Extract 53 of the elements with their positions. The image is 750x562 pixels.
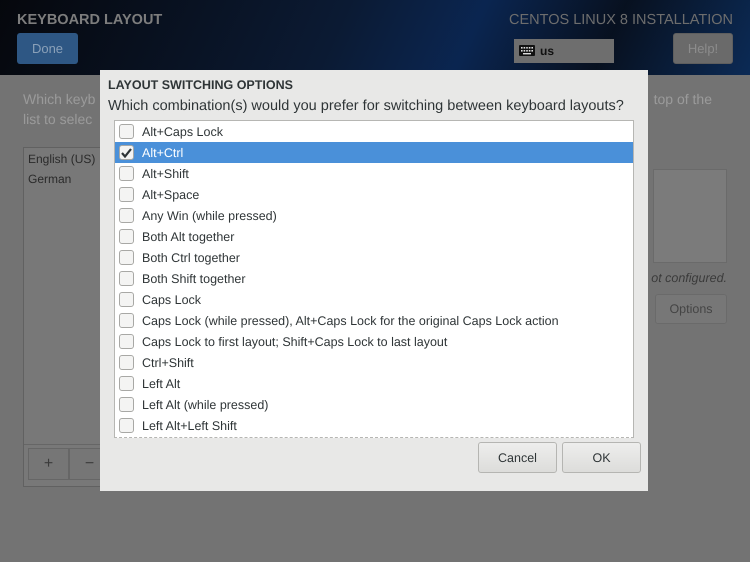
option-label: Both Alt together bbox=[142, 230, 234, 244]
checkbox[interactable] bbox=[119, 334, 134, 349]
checkbox[interactable] bbox=[119, 124, 134, 139]
option-row[interactable]: Any Win (while pressed) bbox=[115, 205, 633, 226]
option-label: Alt+Space bbox=[142, 188, 200, 202]
checkbox[interactable] bbox=[119, 397, 134, 412]
cancel-button[interactable]: Cancel bbox=[478, 442, 557, 473]
option-label: Left Alt+Left Shift bbox=[142, 418, 237, 432]
option-row[interactable]: Alt+Space bbox=[115, 184, 633, 205]
dialog-question: Which combination(s) would you prefer for switching between keyboard layouts? bbox=[108, 98, 625, 114]
option-row[interactable]: Left Alt (while pressed) bbox=[115, 394, 633, 415]
option-row[interactable]: Both Ctrl together bbox=[115, 247, 633, 268]
checkbox[interactable] bbox=[119, 187, 134, 202]
ok-button[interactable]: OK bbox=[562, 442, 641, 473]
option-label: Caps Lock (while pressed), Alt+Caps Lock for the original Caps Lock action bbox=[142, 314, 559, 328]
keyboard-icon bbox=[519, 45, 535, 56]
checkbox[interactable] bbox=[119, 208, 134, 223]
option-label: Any Win (while pressed) bbox=[142, 208, 277, 222]
option-label: Both Shift together bbox=[142, 272, 246, 286]
option-row[interactable]: Both Alt together bbox=[115, 226, 633, 247]
option-label: Alt+Ctrl bbox=[142, 146, 184, 160]
option-row[interactable]: Alt+Caps Lock bbox=[115, 121, 633, 142]
product-title: CENTOS LINUX 8 INSTALLATION bbox=[509, 12, 733, 28]
checkbox[interactable] bbox=[119, 313, 134, 328]
checkbox[interactable] bbox=[119, 418, 134, 433]
option-row[interactable]: Left Alt bbox=[115, 373, 633, 394]
checkbox[interactable] bbox=[119, 271, 134, 286]
keyboard-indicator[interactable]: us bbox=[514, 38, 614, 62]
option-label: Caps Lock bbox=[142, 292, 202, 306]
option-label: Both Ctrl together bbox=[142, 250, 240, 264]
option-row[interactable]: Ctrl+Shift bbox=[115, 352, 633, 373]
dialog-title: LAYOUT SWITCHING OPTIONS bbox=[108, 78, 294, 92]
option-label: Left Alt (while pressed) bbox=[142, 398, 268, 412]
checkbox[interactable] bbox=[119, 145, 134, 160]
option-label: Alt+Shift bbox=[142, 166, 189, 180]
status-text: ot configured. bbox=[651, 271, 727, 285]
option-label: Caps Lock to first layout; Shift+Caps Lock to last layout bbox=[142, 334, 448, 348]
checkbox[interactable] bbox=[119, 355, 134, 370]
option-row[interactable]: Caps Lock to first layout; Shift+Caps Lock to last layout bbox=[115, 331, 633, 352]
option-label: Ctrl+Shift bbox=[142, 356, 194, 370]
checkbox[interactable] bbox=[119, 250, 134, 265]
checkbox[interactable] bbox=[119, 229, 134, 244]
checkbox[interactable] bbox=[119, 376, 134, 391]
option-row[interactable]: Caps Lock (while pressed), Alt+Caps Lock for the original Caps Lock action bbox=[115, 310, 633, 331]
checkbox[interactable] bbox=[119, 292, 134, 307]
option-row[interactable]: Caps Lock bbox=[115, 289, 633, 310]
option-row[interactable]: Both Shift together bbox=[115, 268, 633, 289]
option-label: Left Alt bbox=[142, 376, 180, 390]
option-label: Alt+Caps Lock bbox=[142, 124, 223, 138]
option-row[interactable]: Left Alt+Left Shift bbox=[115, 415, 633, 436]
option-row[interactable]: Alt+Shift bbox=[115, 163, 633, 184]
screen-title: KEYBOARD LAYOUT bbox=[17, 12, 162, 28]
checkbox[interactable] bbox=[119, 166, 134, 181]
